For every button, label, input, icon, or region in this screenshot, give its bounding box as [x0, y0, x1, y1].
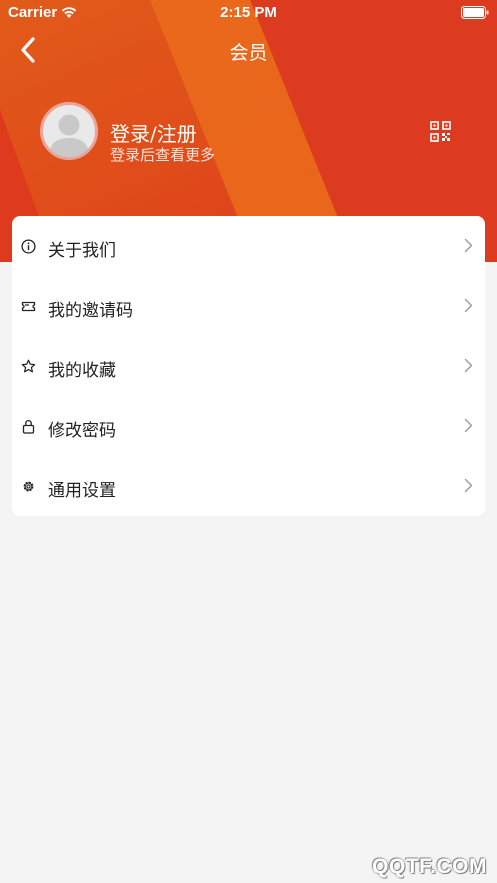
chevron-right-icon — [464, 358, 473, 373]
menu-item-label: 关于我们 — [48, 241, 116, 261]
battery-icon — [461, 6, 489, 19]
menu-item-label: 我的邀请码 — [48, 301, 133, 321]
menu-item-invite-code[interactable]: 我的邀请码 — [12, 276, 485, 336]
page-title: 会员 — [229, 42, 268, 64]
menu-item-label: 修改密码 — [48, 421, 116, 441]
menu-item-favorites[interactable]: 我的收藏 — [12, 336, 485, 396]
star-icon — [21, 359, 36, 373]
login-register-link[interactable]: 登录/注册 — [110, 118, 197, 147]
menu-item-general-settings[interactable]: 通用设置 — [12, 456, 485, 516]
lock-icon — [22, 420, 35, 434]
menu-item-about-us[interactable]: 关于我们 — [12, 216, 485, 276]
chevron-right-icon — [464, 298, 473, 313]
ticket-icon — [21, 301, 36, 312]
menu-item-label: 通用设置 — [48, 481, 116, 501]
menu-item-label: 我的收藏 — [48, 361, 116, 381]
chevron-right-icon — [464, 478, 473, 493]
chevron-right-icon — [464, 418, 473, 433]
menu-card: 关于我们 我的邀请码 我的收藏 修改密码 通用设置 — [12, 216, 485, 516]
nav-bar: 会员 — [0, 30, 497, 70]
avatar[interactable] — [40, 102, 98, 160]
watermark: QQTF.COM — [372, 855, 487, 878]
gear-icon — [23, 481, 34, 492]
login-hint: 登录后查看更多 — [110, 146, 216, 164]
qr-code-icon[interactable] — [430, 121, 451, 142]
menu-item-change-password[interactable]: 修改密码 — [12, 396, 485, 456]
user-placeholder-icon — [49, 114, 89, 157]
clock: 2:15 PM — [220, 4, 277, 21]
chevron-right-icon — [464, 238, 473, 253]
info-icon — [21, 239, 36, 254]
status-bar: Carrier 2:15 PM — [0, 0, 497, 26]
